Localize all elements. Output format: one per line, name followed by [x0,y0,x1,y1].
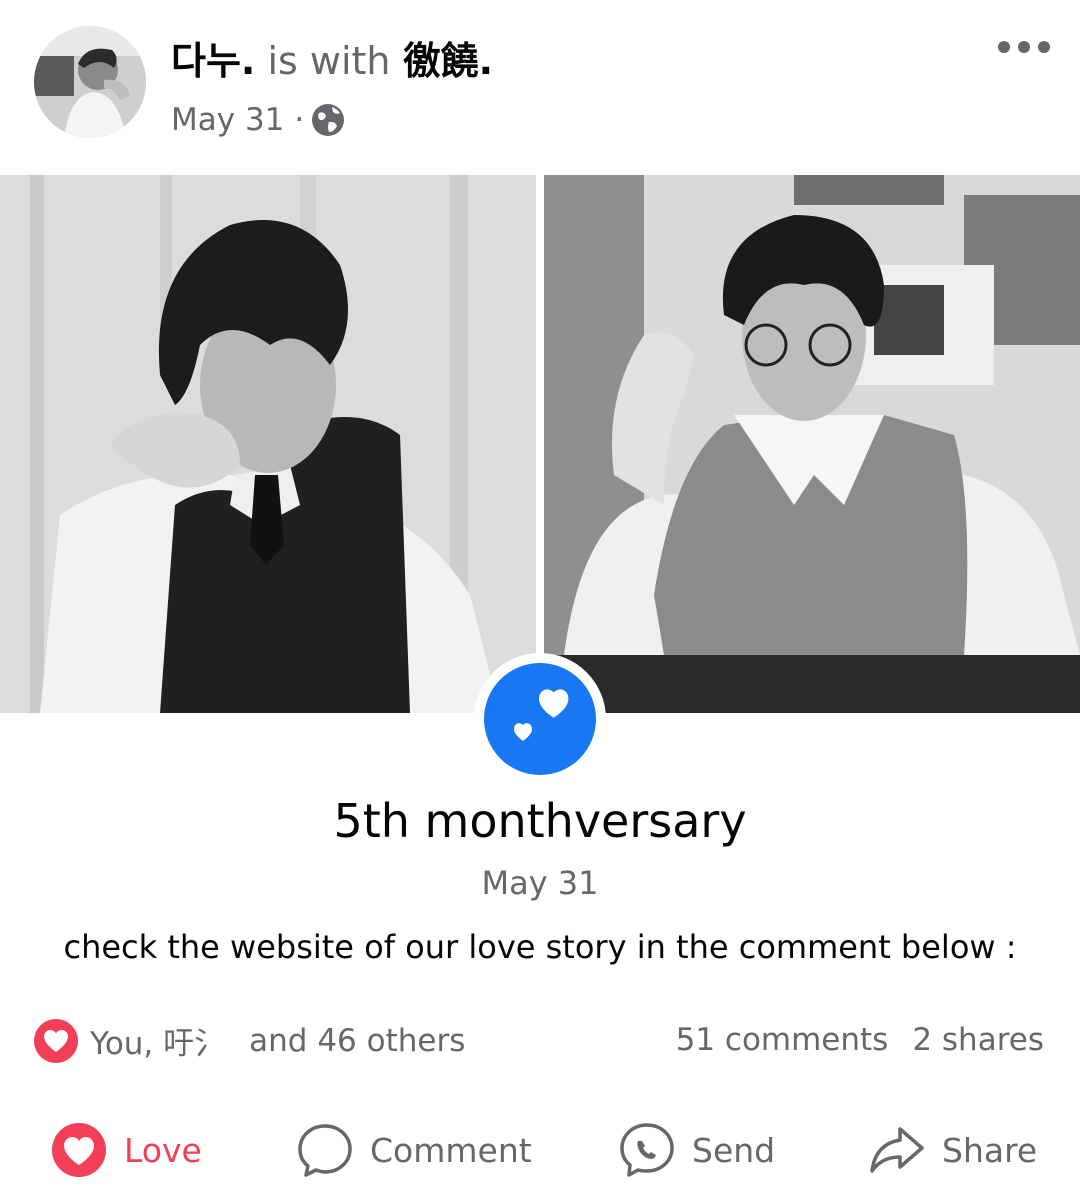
post-header: 다누. is with 徼饒. May 31 · [0,0,1080,170]
reaction-names: You, 吁氵 [90,1026,226,1062]
post-date[interactable]: May 31 [171,100,284,140]
with-text: is with [267,39,391,83]
shares-count[interactable]: 2 shares [912,1022,1044,1058]
love-label: Love [124,1130,202,1170]
reaction-others: and 46 others [249,1022,466,1059]
share-label: Share [942,1130,1038,1170]
author-avatar[interactable] [34,26,146,138]
event-title: 5th monthversary [333,794,747,848]
comment-button[interactable]: Comment [296,1110,532,1190]
globe-icon [310,102,346,138]
send-button[interactable]: Send [618,1110,775,1190]
author-line: 다누. is with 徼饒. [171,38,493,84]
comment-icon [296,1121,354,1179]
tagged-name[interactable]: 徼饒. [403,39,493,83]
love-button[interactable]: Love [50,1110,202,1190]
author-name[interactable]: 다누. [171,39,255,83]
share-icon [868,1121,926,1179]
post-caption: check the website of our love story in t… [63,928,1017,966]
share-button[interactable]: Share [868,1110,1037,1190]
event-badge [474,653,606,785]
action-bar: Love Comment Send Share [0,1110,1080,1190]
love-icon [50,1121,108,1179]
meta-separator: · [294,102,305,138]
send-label: Send [692,1130,776,1170]
hearts-icon [484,663,596,775]
messenger-icon [618,1121,676,1179]
post-meta: May 31 · [171,100,346,140]
engagement-counts: 51 comments 2 shares [676,1022,1044,1058]
post-photo-left[interactable] [0,175,536,713]
love-reaction-icon [34,1018,78,1063]
more-options-icon[interactable] [998,36,1050,58]
post-photo-right[interactable] [544,175,1080,713]
event-date: May 31 [481,864,599,902]
reaction-summary[interactable]: You, 吁氵 and 46 others [34,1018,465,1063]
comments-count[interactable]: 51 comments [676,1022,889,1058]
comment-label: Comment [370,1130,532,1170]
